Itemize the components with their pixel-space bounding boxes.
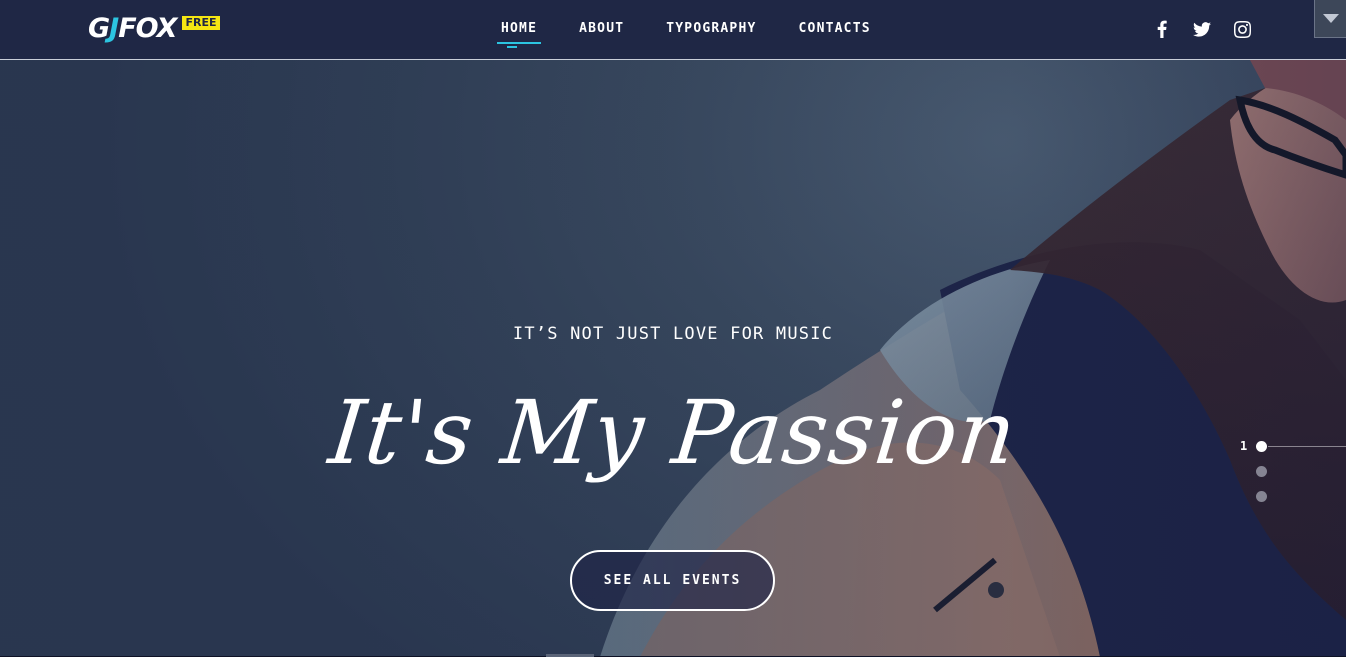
slider-dot-3[interactable] <box>1256 491 1267 502</box>
logo-letters: GJ <box>88 13 119 44</box>
corner-dropdown-toggle[interactable] <box>1314 0 1346 38</box>
slider-dot-2[interactable] <box>1256 466 1267 477</box>
logo-wordmark: GJFOX <box>88 13 177 44</box>
instagram-icon[interactable] <box>1230 16 1254 42</box>
hero-slider: IT’S NOT JUST LOVE FOR MUSIC It's My Pas… <box>0 60 1346 657</box>
social-links <box>1150 16 1254 42</box>
slider-dot-1[interactable] <box>1256 441 1267 452</box>
twitter-icon[interactable] <box>1190 16 1214 42</box>
hero-subtitle: IT’S NOT JUST LOVE FOR MUSIC <box>512 324 834 344</box>
slider-current-number: 1 <box>1240 439 1248 453</box>
nav-item-typography[interactable]: TYPOGRAPHY <box>645 0 777 60</box>
logo-word: FOX <box>118 13 177 44</box>
slider-indicator-line <box>1268 446 1346 447</box>
chevron-down-icon <box>1322 14 1339 23</box>
site-header: GJFOX FREE HOME ABOUT TYPOGRAPHY CONTACT… <box>0 0 1346 60</box>
nav-item-home[interactable]: HOME <box>480 0 558 60</box>
main-nav: HOME ABOUT TYPOGRAPHY CONTACTS <box>480 0 892 60</box>
nav-item-contacts[interactable]: CONTACTS <box>778 0 892 60</box>
logo-free-badge: FREE <box>182 16 220 30</box>
see-all-events-button[interactable]: SEE ALL EVENTS <box>570 550 775 611</box>
site-logo[interactable]: GJFOX FREE <box>88 14 220 44</box>
hero-title: It's My Passion <box>324 381 1022 484</box>
slider-pagination: 1 <box>1236 438 1346 508</box>
facebook-icon[interactable] <box>1150 16 1174 42</box>
nav-item-about[interactable]: ABOUT <box>558 0 645 60</box>
